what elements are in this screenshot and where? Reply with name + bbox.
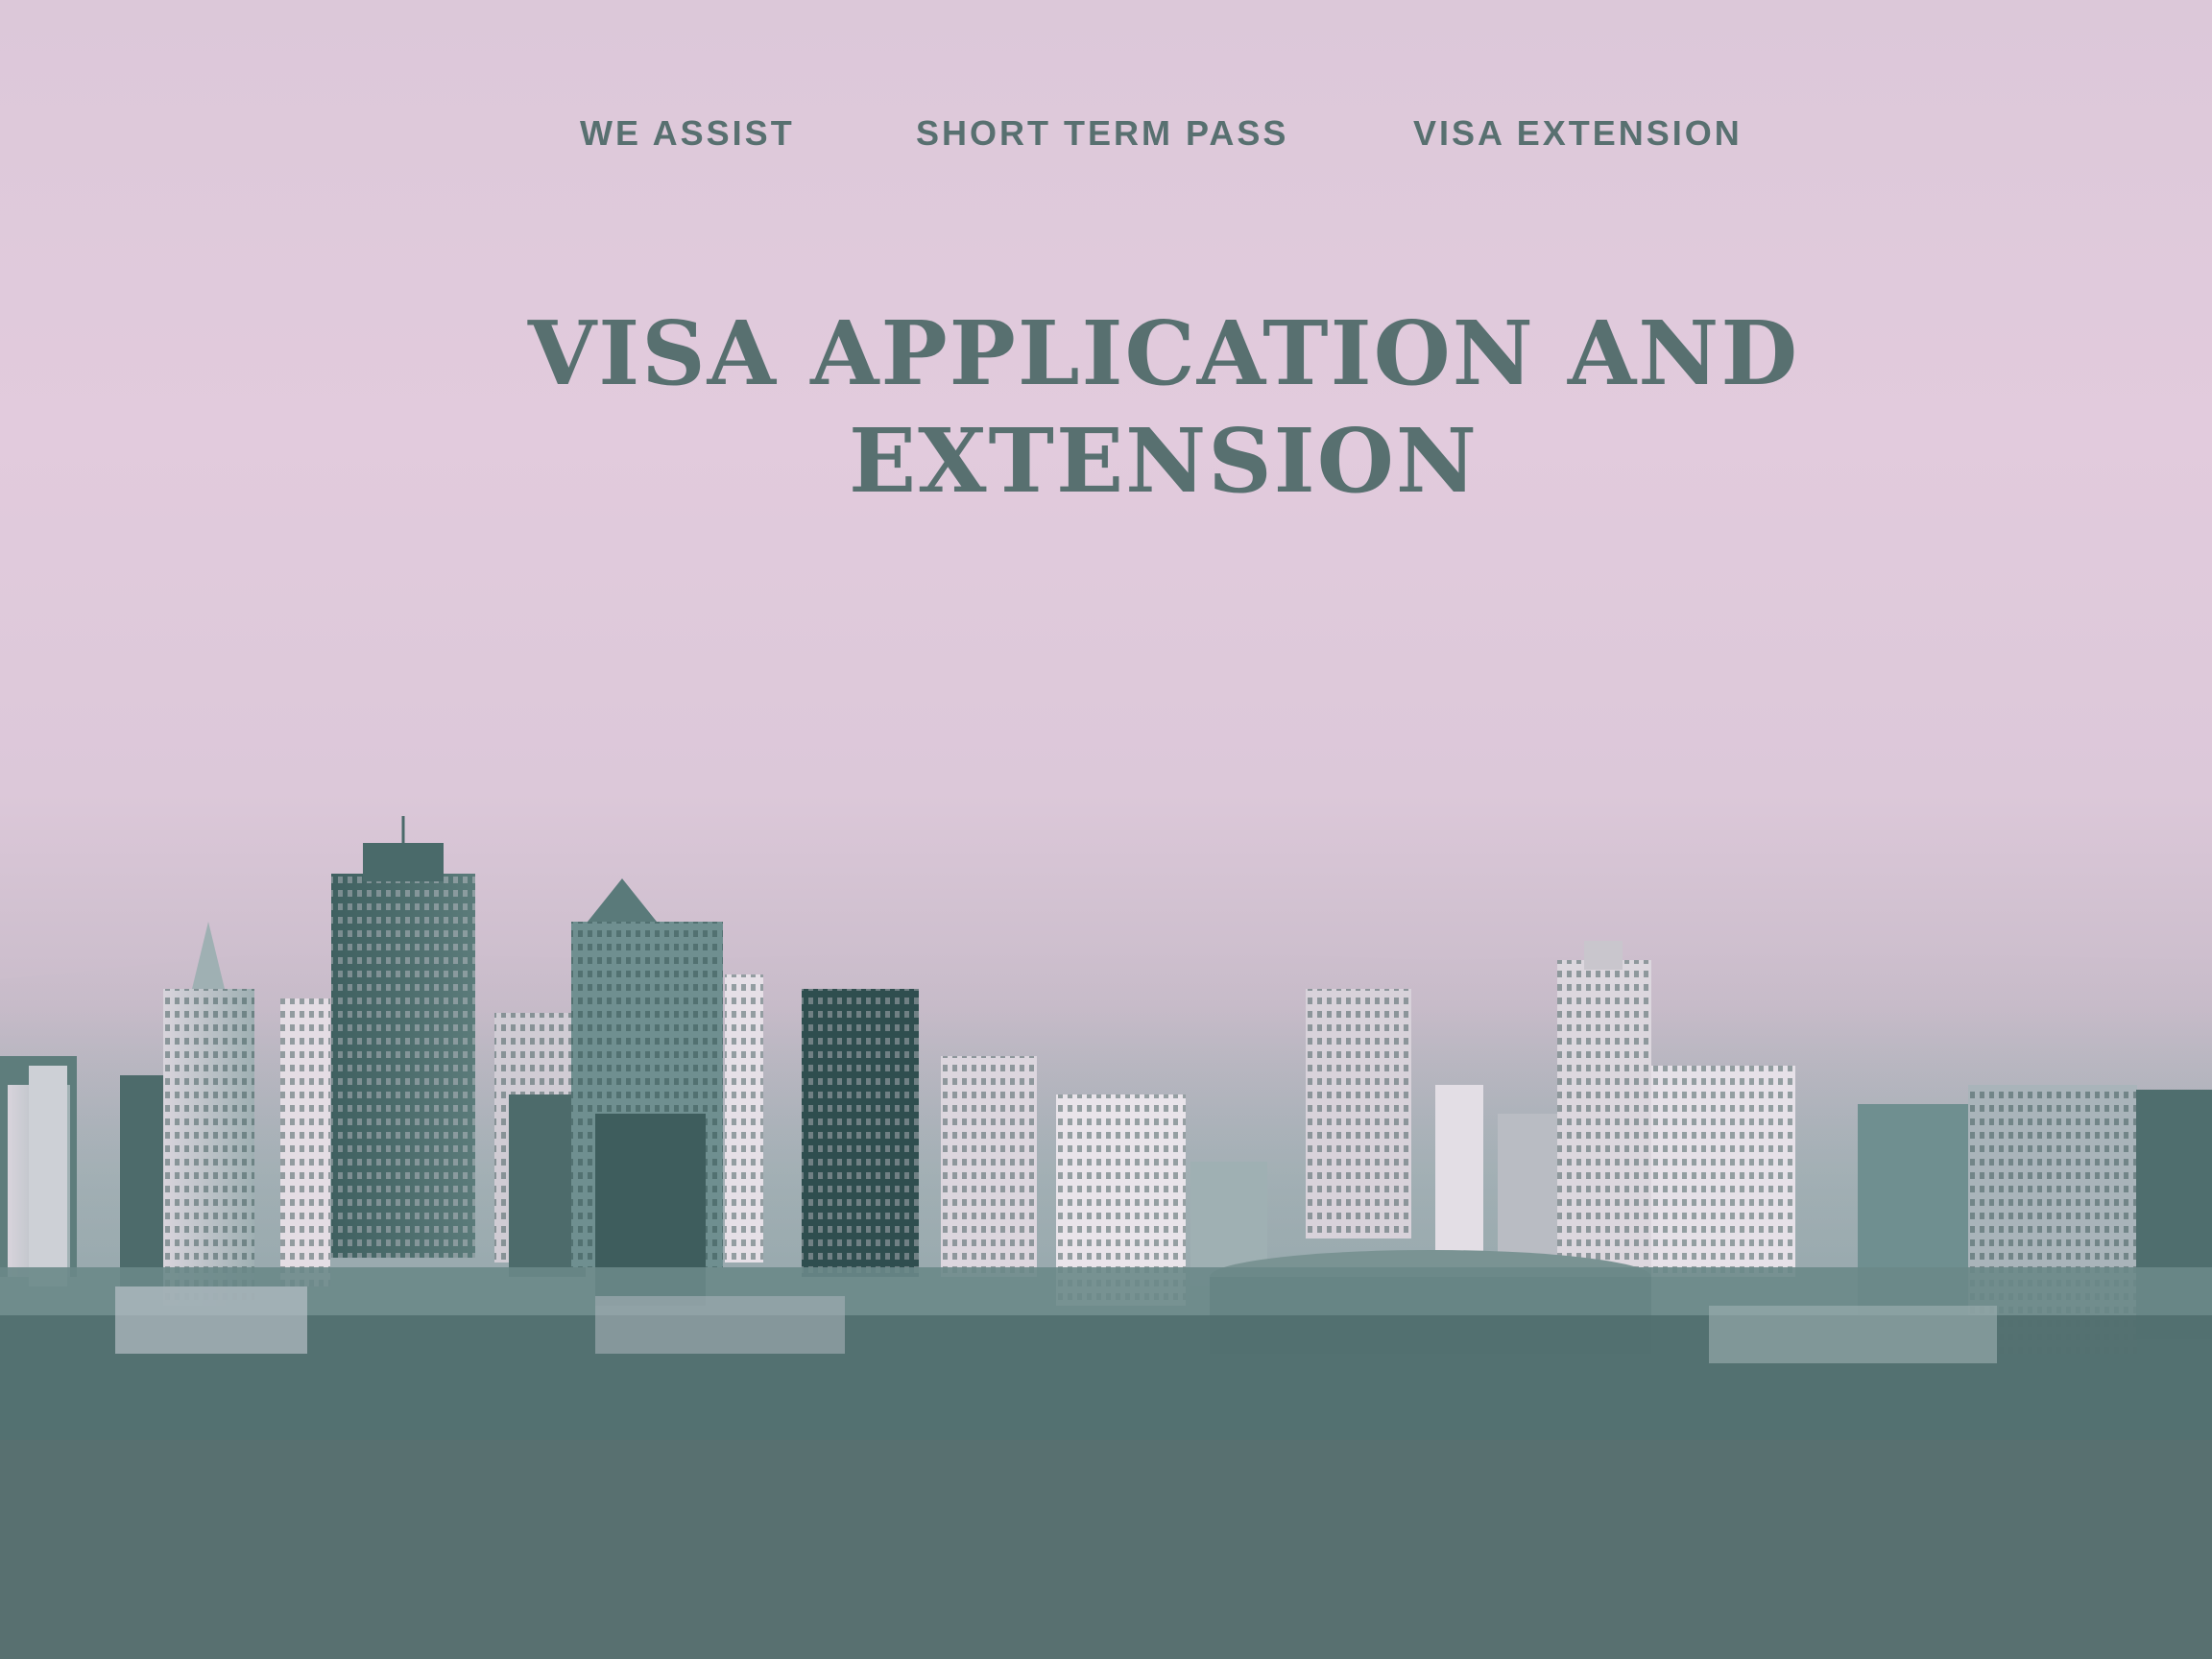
nav-link-we-assist[interactable]: WE ASSIST bbox=[580, 113, 795, 154]
city-skyline-image bbox=[0, 816, 2212, 1440]
top-nav: WE ASSIST SHORT TERM PASS VISA EXTENSION bbox=[0, 113, 2212, 159]
hero-section: WE ASSIST SHORT TERM PASS VISA EXTENSION… bbox=[0, 0, 2212, 1440]
nav-link-visa-extension[interactable]: VISA EXTENSION bbox=[1413, 113, 1743, 154]
footer-band bbox=[0, 1440, 2212, 1659]
page-title: VISA APPLICATION AND EXTENSION bbox=[527, 301, 1800, 513]
nav-link-short-term-pass[interactable]: SHORT TERM PASS bbox=[916, 113, 1288, 154]
